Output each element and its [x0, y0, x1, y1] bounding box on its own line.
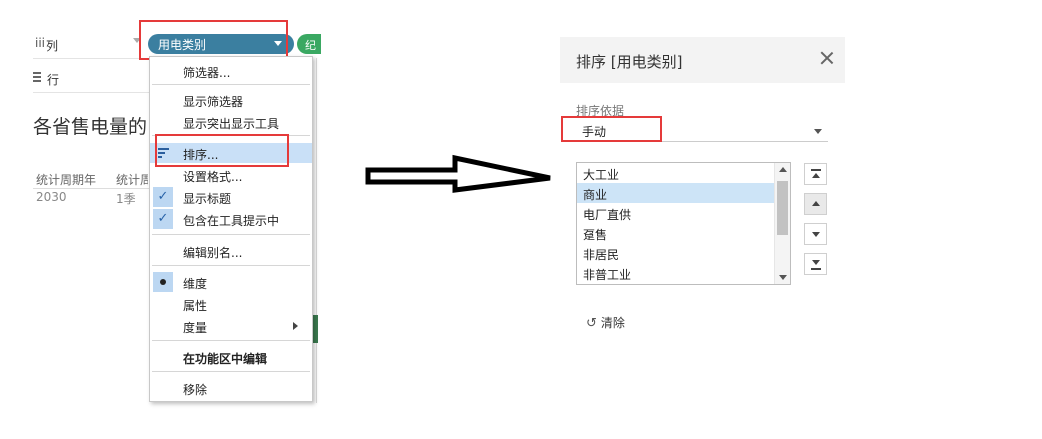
- highlight-box-sort: [155, 134, 289, 167]
- sort-dialog-header: 排序 [用电类别]: [560, 37, 845, 83]
- menu-separator: [152, 234, 310, 235]
- list-item-label: 非普工业: [583, 268, 632, 282]
- column-header-period: 统计周: [116, 173, 148, 187]
- close-icon[interactable]: [819, 50, 835, 66]
- menu-item-label: 包含在工具提示中: [183, 214, 280, 228]
- measure-pill-label: 纪: [305, 39, 316, 52]
- chevron-right-icon: [293, 322, 298, 330]
- scroll-down-icon[interactable]: [779, 275, 787, 280]
- list-item[interactable]: 非普工业: [577, 263, 774, 283]
- highlight-box-sort-by: [561, 116, 662, 142]
- column-header-year: 统计周期年: [36, 173, 97, 187]
- move-up-button[interactable]: [804, 193, 827, 215]
- header-divider: [33, 188, 149, 189]
- scrollbar-thumb[interactable]: [777, 181, 788, 235]
- columns-shelf-label: 列: [46, 39, 59, 53]
- menu-item-label: 显示突出显示工具: [183, 117, 280, 131]
- sort-dialog-title: 排序 [用电类别]: [576, 53, 683, 71]
- radio-dot-icon: [153, 272, 173, 292]
- menu-item-label: 筛选器...: [183, 66, 231, 80]
- menu-item-include-in-tooltip[interactable]: ✓ 包含在工具提示中: [150, 209, 312, 229]
- list-item-selected[interactable]: 商业: [577, 183, 774, 203]
- menu-item-edit-in-shelf[interactable]: 在功能区中编辑: [150, 347, 312, 367]
- manual-sort-list[interactable]: 大工业 商业 电厂直供 趸售 非居民 非普工业: [576, 162, 791, 285]
- clear-label: 清除: [600, 316, 625, 330]
- columns-icon: iii: [35, 36, 46, 50]
- list-item[interactable]: 电厂直供: [577, 203, 774, 223]
- list-item-label: 大工业: [583, 168, 620, 182]
- menu-item-label: 维度: [183, 277, 208, 291]
- checkmark-icon: ✓: [153, 209, 173, 229]
- menu-item-measure[interactable]: 度量: [150, 316, 312, 336]
- clear-button[interactable]: ↺ 清除: [586, 314, 625, 331]
- highlight-box-pill: [139, 20, 288, 60]
- menu-item-filter[interactable]: 筛选器...: [150, 61, 312, 81]
- move-to-top-button[interactable]: [804, 163, 827, 185]
- menu-item-show-header[interactable]: ✓ 显示标题: [150, 187, 312, 207]
- menu-item-label: 在功能区中编辑: [183, 352, 268, 366]
- menu-item-label: 度量: [183, 321, 208, 335]
- pill-context-menu: 筛选器... 显示筛选器 显示突出显示工具 排序... 设置格式... ✓ 显示…: [149, 56, 313, 402]
- move-bottom-bar-icon: [811, 268, 821, 270]
- arrow-right-icon: [365, 154, 551, 193]
- checkmark-icon: ✓: [153, 187, 173, 207]
- triangle-up-icon: [812, 201, 820, 206]
- list-item[interactable]: 非居民: [577, 243, 774, 263]
- list-item[interactable]: 大工业: [577, 163, 774, 183]
- menu-separator: [152, 371, 310, 372]
- scroll-up-icon[interactable]: [779, 167, 787, 172]
- menu-item-show-highlighter[interactable]: 显示突出显示工具: [150, 112, 312, 132]
- menu-separator: [152, 340, 310, 341]
- chevron-down-icon[interactable]: [814, 129, 822, 134]
- triangle-down-icon: [812, 260, 820, 265]
- columns-shelf[interactable]: iii 列: [33, 29, 145, 59]
- menu-item-attribute[interactable]: 属性: [150, 294, 312, 314]
- cell-year: 2030: [36, 190, 67, 204]
- mark-strip: [313, 315, 318, 343]
- menu-item-label: 属性: [183, 299, 208, 313]
- menu-item-remove[interactable]: 移除: [150, 378, 312, 398]
- menu-item-format[interactable]: 设置格式...: [150, 165, 312, 185]
- measure-pill[interactable]: 纪: [297, 34, 321, 54]
- menu-item-label: 移除: [183, 383, 208, 397]
- triangle-up-icon: [812, 173, 820, 178]
- pane-divider: [316, 58, 317, 403]
- rows-shelf[interactable]: 行: [33, 63, 149, 93]
- menu-item-edit-aliases[interactable]: 编辑别名...: [150, 241, 312, 261]
- worksheet-title: 各省售电量的: [33, 116, 148, 138]
- list-item-label: 电厂直供: [583, 208, 632, 222]
- move-top-bar-icon: [811, 169, 821, 171]
- rows-shelf-label: 行: [47, 73, 60, 87]
- undo-icon: ↺: [586, 316, 597, 331]
- menu-item-show-filter[interactable]: 显示筛选器: [150, 90, 312, 110]
- menu-item-label: 编辑别名...: [183, 246, 243, 260]
- triangle-down-icon: [812, 232, 820, 237]
- list-scrollbar[interactable]: [774, 163, 790, 284]
- list-item-label: 趸售: [583, 228, 608, 242]
- menu-item-label: 显示筛选器: [183, 95, 244, 109]
- cell-period: 1季: [116, 192, 136, 206]
- rows-icon: [33, 72, 41, 82]
- move-down-button[interactable]: [804, 223, 827, 245]
- menu-item-label: 显示标题: [183, 192, 232, 206]
- move-to-bottom-button[interactable]: [804, 253, 827, 275]
- list-item-label: 商业: [583, 188, 608, 202]
- menu-separator: [152, 265, 310, 266]
- menu-separator: [152, 84, 310, 85]
- list-item-label: 非居民: [583, 248, 620, 262]
- menu-item-label: 设置格式...: [183, 170, 243, 184]
- list-item[interactable]: 趸售: [577, 223, 774, 243]
- menu-item-dimension[interactable]: 维度: [150, 272, 312, 292]
